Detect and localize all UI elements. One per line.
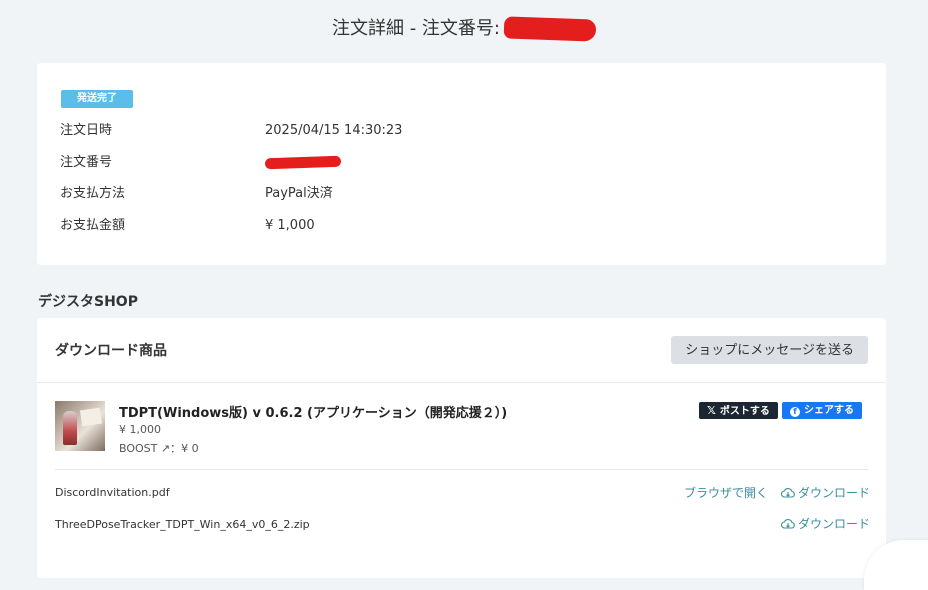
- payment-amount-value: ¥ 1,000: [265, 218, 315, 233]
- cloud-download-icon: [781, 488, 795, 498]
- divider: [37, 382, 886, 383]
- download-products-card: ダウンロード商品 ショップにメッセージを送る TDPT(Windows版) v …: [37, 318, 886, 578]
- redaction-mark: [503, 16, 597, 42]
- share-facebook-button[interactable]: f シェアする: [782, 402, 862, 419]
- file-name-2: ThreeDPoseTracker_TDPT_Win_x64_v0_6_2.zi…: [55, 518, 310, 531]
- order-date-value: 2025/04/15 14:30:23: [265, 123, 403, 138]
- download-label-2: ダウンロード: [798, 517, 871, 531]
- payment-method-value: PayPal決済: [265, 186, 333, 201]
- payment-amount-label: お支払金額: [60, 218, 126, 233]
- product-title[interactable]: TDPT(Windows版) v 0.6.2 (アプリケーション（開発応援２）): [119, 402, 507, 421]
- facebook-icon: f: [790, 407, 800, 417]
- status-badge: 発送完了: [61, 90, 133, 108]
- share-x-button[interactable]: 𝕏 ポストする: [699, 402, 778, 419]
- cloud-download-icon: [781, 519, 795, 529]
- file-name-1: DiscordInvitation.pdf: [55, 486, 170, 499]
- product-boost: BOOST ↗：¥ 0: [119, 442, 199, 455]
- x-logo-icon: 𝕏: [707, 404, 716, 417]
- message-shop-button[interactable]: ショップにメッセージを送る: [671, 336, 868, 364]
- product-price: ¥ 1,000: [119, 423, 161, 436]
- order-date-label: 注文日時: [60, 123, 113, 138]
- open-in-browser-link[interactable]: ブラウザで開く: [684, 484, 768, 501]
- download-label-1: ダウンロード: [798, 486, 871, 500]
- order-number-value: [264, 153, 342, 173]
- download-products-heading: ダウンロード商品: [55, 343, 167, 359]
- share-x-label: ポストする: [719, 406, 770, 417]
- share-fb-label: シェアする: [804, 405, 854, 416]
- product-thumbnail[interactable]: [55, 401, 105, 451]
- divider: [55, 469, 868, 470]
- download-link-1[interactable]: ダウンロード: [781, 484, 870, 501]
- redaction-mark: [264, 155, 342, 170]
- page-title-text: 注文詳細 - 注文番号:: [331, 18, 500, 39]
- order-number-label: 注文番号: [60, 155, 113, 170]
- page-title: 注文詳細 - 注文番号:: [0, 14, 928, 42]
- payment-method-label: お支払方法: [60, 186, 126, 201]
- shop-name[interactable]: デジスタSHOP: [38, 291, 138, 311]
- order-summary-card: 発送完了 注文日時 2025/04/15 14:30:23 注文番号 お支払方法…: [37, 63, 886, 265]
- download-link-2[interactable]: ダウンロード: [781, 515, 870, 532]
